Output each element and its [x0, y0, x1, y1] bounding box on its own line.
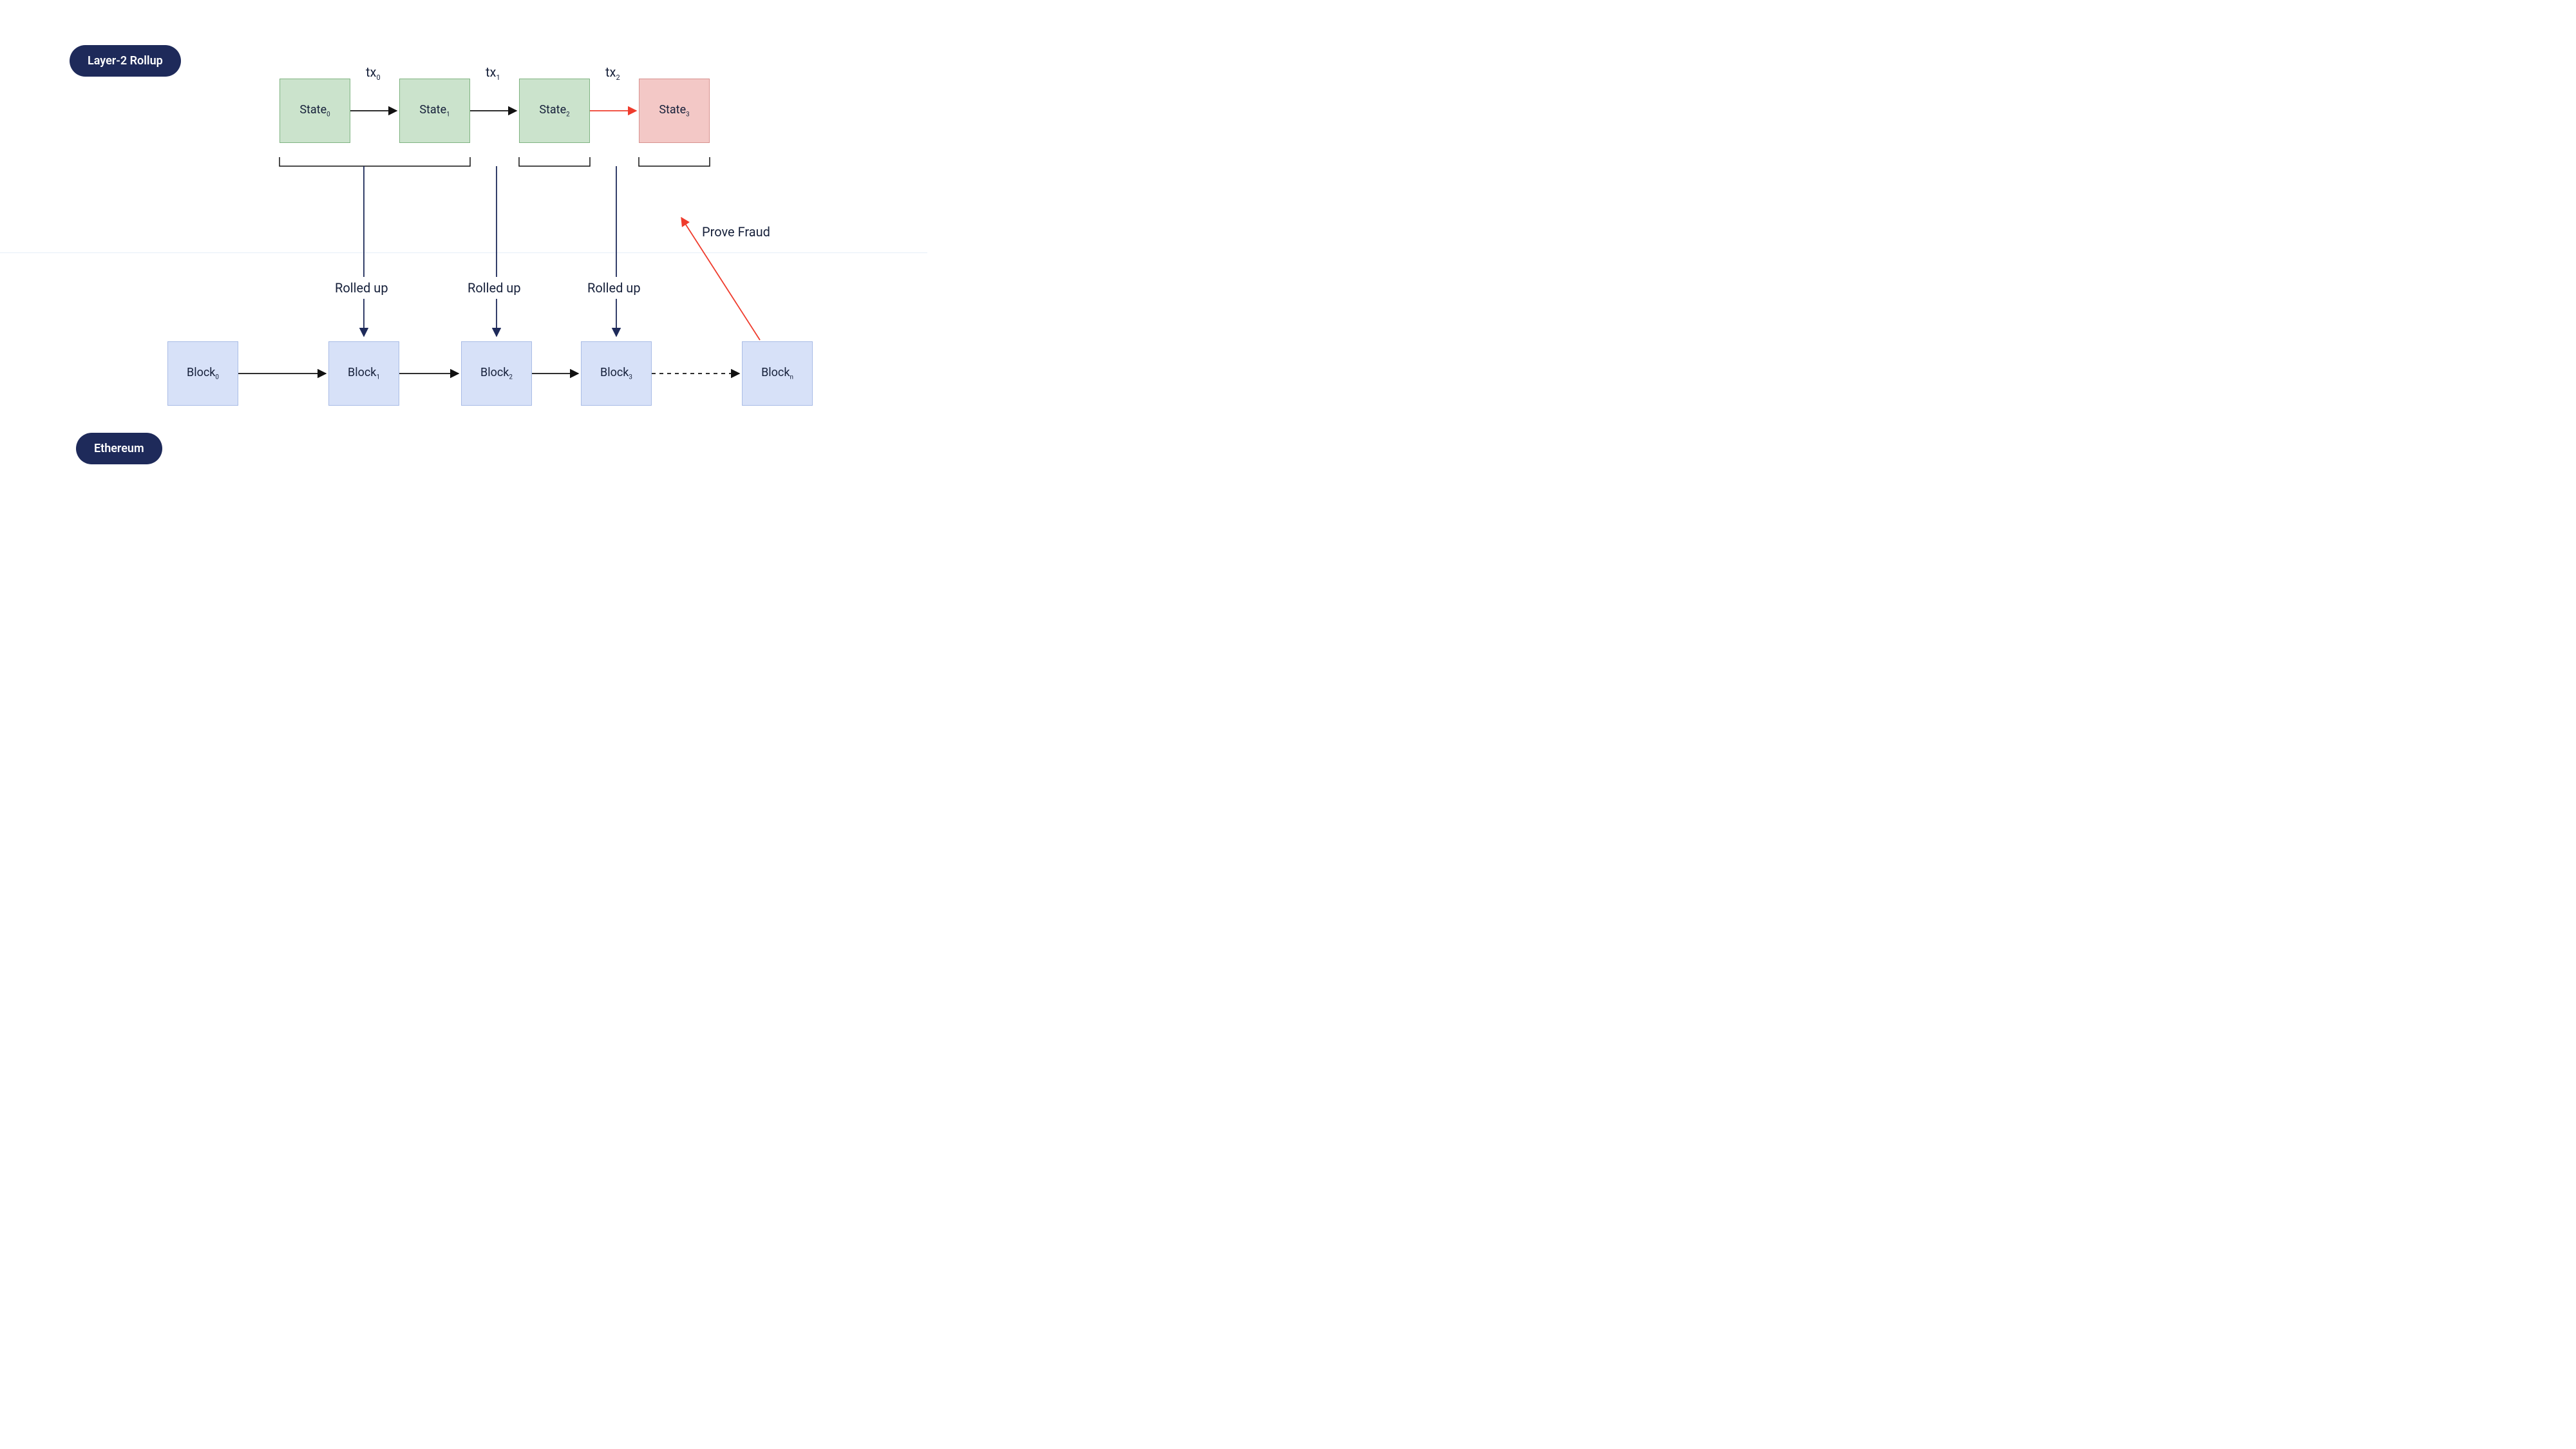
rolled-up-3-label: Rolled up	[587, 280, 641, 296]
ethereum-pill: Ethereum	[76, 433, 162, 464]
block-2-box: Block2	[461, 341, 532, 406]
state-0-box: State0	[279, 79, 350, 143]
bracket-group-3	[639, 157, 710, 166]
block-3-label: Block3	[600, 366, 632, 381]
state-3-box: State3	[639, 79, 710, 143]
block-n-label: Blockn	[761, 366, 793, 381]
diagram-canvas: Layer-2 Rollup Ethereum State0 State1 St…	[0, 0, 927, 522]
state-2-box: State2	[519, 79, 590, 143]
rolled-up-2-label: Rolled up	[468, 280, 521, 296]
bracket-group-01	[279, 157, 470, 166]
layer2-rollup-pill: Layer-2 Rollup	[70, 45, 181, 77]
tx0-label: tx0	[366, 64, 381, 82]
block-0-label: Block0	[187, 366, 219, 381]
state-3-label: State3	[659, 103, 689, 118]
bracket-group-2	[519, 157, 590, 166]
rolled-up-1-label: Rolled up	[335, 280, 388, 296]
block-3-box: Block3	[581, 341, 652, 406]
block-0-box: Block0	[167, 341, 238, 406]
block-1-label: Block1	[348, 366, 380, 381]
state-2-label: State2	[539, 103, 569, 118]
tx2-label: tx2	[605, 64, 620, 82]
block-1-box: Block1	[328, 341, 399, 406]
state-0-label: State0	[299, 103, 330, 118]
prove-fraud-label: Prove Fraud	[702, 224, 770, 240]
block-n-box: Blockn	[742, 341, 813, 406]
layer-divider	[0, 252, 927, 253]
state-1-label: State1	[419, 103, 450, 118]
state-1-box: State1	[399, 79, 470, 143]
tx1-label: tx1	[486, 64, 500, 82]
block-2-label: Block2	[480, 366, 513, 381]
